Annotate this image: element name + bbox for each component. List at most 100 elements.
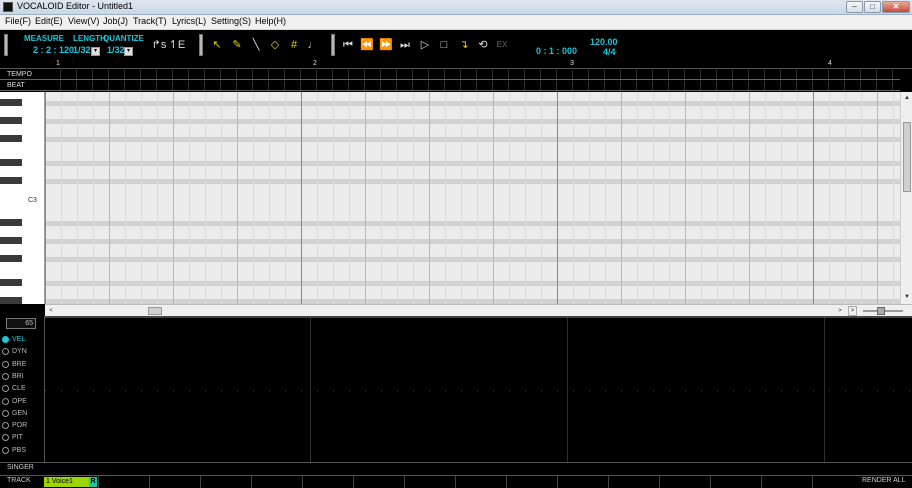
stop-icon[interactable]: □ [435, 36, 453, 54]
empty-track-slot[interactable] [557, 476, 558, 488]
menu-file[interactable]: File(F) [5, 16, 31, 26]
radio-icon[interactable] [2, 385, 9, 393]
menu-setting[interactable]: Setting(S) [211, 16, 251, 26]
to-start-icon[interactable]: ⏮ [339, 36, 357, 54]
empty-track-slot[interactable] [659, 476, 660, 488]
radio-icon[interactable] [2, 372, 9, 380]
control-track-area[interactable] [45, 316, 912, 464]
beat-row[interactable] [45, 81, 900, 91]
ex-icon[interactable]: EX [493, 36, 511, 54]
arrow-e-icon[interactable]: ↿E [168, 36, 186, 54]
black-key[interactable] [0, 219, 22, 226]
line-tool-icon[interactable]: ╲ [247, 36, 265, 54]
eraser-tool-icon[interactable]: ◇ [266, 36, 284, 54]
pointer-tool-icon[interactable]: ↖ [208, 36, 226, 54]
black-key[interactable] [0, 159, 22, 166]
tempo-value[interactable]: 120.00 [590, 37, 618, 47]
radio-icon[interactable] [2, 446, 9, 454]
black-key[interactable] [0, 117, 22, 124]
control-param-pbs[interactable]: PBS [2, 446, 26, 457]
close-button[interactable]: ✕ [882, 1, 910, 13]
control-param-por[interactable]: POR [2, 422, 27, 432]
to-end-icon[interactable]: ⏭ [396, 36, 414, 54]
horizontal-zoom[interactable]: > [847, 304, 912, 316]
empty-track-slot[interactable] [200, 476, 201, 488]
empty-track-slot[interactable] [98, 476, 99, 488]
menu-view[interactable]: View(V) [68, 16, 99, 26]
control-param-vel[interactable]: VEL [2, 336, 25, 346]
control-param-bre[interactable]: BRE [2, 360, 26, 371]
piano-keyboard[interactable]: C3 [0, 92, 45, 304]
empty-track-slot[interactable] [353, 476, 354, 488]
radio-icon[interactable] [2, 360, 9, 368]
scroll-down-icon[interactable]: ▼ [902, 292, 912, 302]
control-param-dyn[interactable]: DYN [2, 348, 27, 358]
black-key[interactable] [0, 279, 22, 286]
empty-track-slot[interactable] [302, 476, 303, 488]
empty-track-slot[interactable] [761, 476, 762, 488]
vertical-scroll-thumb[interactable] [903, 122, 911, 192]
toolbar-grip[interactable] [331, 34, 335, 56]
menu-lyrics[interactable]: Lyrics(L) [172, 16, 206, 26]
horizontal-scroll-thumb[interactable] [148, 307, 162, 315]
piano-roll-grid[interactable] [45, 92, 900, 304]
black-key[interactable] [0, 237, 22, 244]
zoom-slider-knob[interactable] [877, 307, 885, 315]
horizontal-scrollbar[interactable]: < > [45, 304, 847, 316]
radio-icon[interactable] [2, 422, 9, 430]
grid-snap-icon[interactable]: # [285, 36, 303, 54]
empty-track-slot[interactable] [608, 476, 609, 488]
menu-job[interactable]: Job(J) [103, 16, 128, 26]
menu-help[interactable]: Help(H) [255, 16, 286, 26]
control-param-cle[interactable]: CLE [2, 385, 26, 395]
empty-track-slot[interactable] [404, 476, 405, 488]
control-value-box[interactable]: 65 [6, 318, 36, 329]
track-tab-voice1[interactable]: 1 Voice1 [44, 477, 89, 487]
control-param-gen[interactable]: GEN [2, 409, 27, 420]
scroll-right-icon[interactable]: > [848, 306, 857, 316]
radio-icon[interactable] [2, 409, 9, 417]
toolbar-grip[interactable] [199, 34, 203, 56]
arrow-s-icon[interactable]: ↱s [150, 36, 168, 54]
black-key[interactable] [0, 297, 22, 304]
black-key[interactable] [0, 99, 22, 106]
black-key[interactable] [0, 135, 22, 142]
quantize-dropdown-icon[interactable]: ▾ [124, 47, 133, 56]
maximize-button[interactable]: □ [864, 1, 881, 13]
empty-track-slot[interactable] [506, 476, 507, 488]
radio-icon[interactable] [2, 348, 9, 356]
render-all-button[interactable]: RENDER ALL [862, 477, 906, 484]
toolbar-grip[interactable] [4, 34, 8, 56]
empty-track-slot[interactable] [251, 476, 252, 488]
record-icon[interactable]: ↴ [455, 36, 473, 54]
rewind-icon[interactable]: ⏪ [358, 36, 376, 54]
quantize-value[interactable]: 1/32 [107, 45, 125, 55]
radio-icon[interactable] [2, 336, 9, 343]
track-render-indicator[interactable]: R [89, 477, 97, 487]
play-icon[interactable]: ▷ [416, 36, 434, 54]
control-param-bri[interactable]: BRI [2, 372, 24, 383]
beat-value[interactable]: 4/4 [603, 47, 616, 57]
singer-row[interactable]: SINGER [0, 462, 912, 474]
control-param-ope[interactable]: OPE [2, 397, 27, 408]
fast-forward-icon[interactable]: ⏩ [377, 36, 395, 54]
minimize-button[interactable]: ‒ [846, 1, 863, 13]
scroll-up-icon[interactable]: ▲ [902, 93, 912, 103]
length-value[interactable]: 1/32 [73, 45, 91, 55]
empty-track-slot[interactable] [149, 476, 150, 488]
empty-track-slot[interactable] [710, 476, 711, 488]
vibrato-tool-icon[interactable]: ♩ [304, 36, 322, 54]
pencil-tool-icon[interactable]: ✎ [228, 36, 246, 54]
vertical-scrollbar[interactable]: ▲ ▼ [900, 92, 912, 304]
radio-icon[interactable] [2, 397, 9, 405]
menu-edit[interactable]: Edit(E) [35, 16, 63, 26]
menu-track[interactable]: Track(T) [133, 16, 167, 26]
tempo-row[interactable] [45, 70, 900, 80]
radio-icon[interactable] [2, 434, 9, 442]
measure-ruler[interactable]: 1 2 3 4 [0, 60, 912, 69]
empty-track-slot[interactable] [455, 476, 456, 488]
length-dropdown-icon[interactable]: ▾ [91, 47, 100, 56]
black-key[interactable] [0, 177, 22, 184]
black-key[interactable] [0, 255, 22, 262]
loop-icon[interactable]: ⟲ [474, 36, 492, 54]
